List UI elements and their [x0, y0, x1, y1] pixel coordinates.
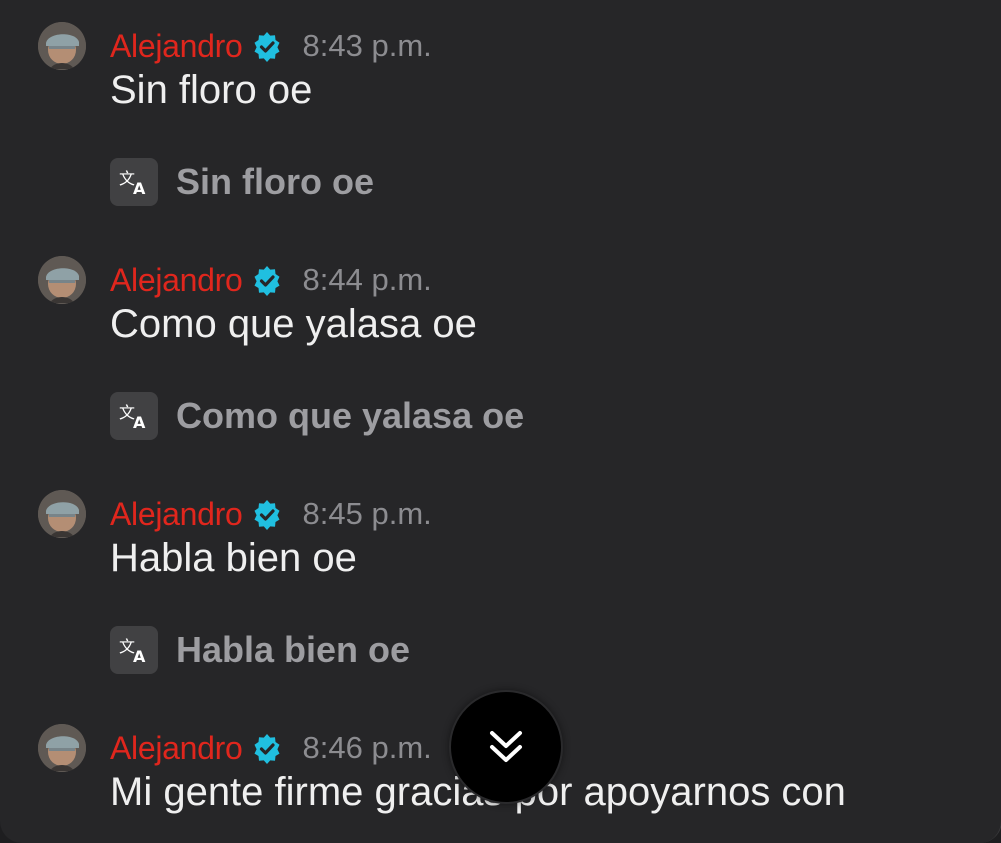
translate-icon[interactable]: 文 A: [110, 626, 158, 674]
message-translation[interactable]: 文 A Como que yalasa oe: [110, 392, 524, 440]
message-time: 8:46 p.m.: [302, 730, 432, 765]
translate-icon[interactable]: 文 A: [110, 158, 158, 206]
translate-icon[interactable]: 文 A: [110, 392, 158, 440]
avatar[interactable]: [38, 22, 86, 70]
message-text: Como que yalasa oe: [110, 302, 477, 346]
verified-badge-icon: [251, 498, 283, 530]
translated-text: Sin floro oe: [176, 161, 374, 202]
message-time: 8:43 p.m.: [302, 28, 432, 63]
verified-badge-icon: [251, 30, 283, 62]
svg-text:A: A: [133, 413, 146, 430]
svg-text:A: A: [133, 647, 146, 664]
message-time: 8:44 p.m.: [302, 262, 432, 297]
message-text: Habla bien oe: [110, 536, 357, 580]
translated-text: Habla bien oe: [176, 629, 411, 670]
chat-panel: Alejandro 8:43 p.m. Sin floro oe 文 A Sin…: [0, 0, 1001, 843]
message-text: Sin floro oe: [110, 68, 313, 112]
author-name[interactable]: Alejandro: [110, 28, 243, 65]
svg-text:A: A: [133, 179, 146, 196]
message-translation[interactable]: 文 A Sin floro oe: [110, 158, 374, 206]
avatar[interactable]: [38, 490, 86, 538]
message-header: Alejandro 8:44 p.m.: [110, 258, 432, 302]
avatar-image: [38, 256, 86, 304]
avatar[interactable]: [38, 724, 86, 772]
message-header: Alejandro 8:43 p.m.: [110, 24, 432, 68]
author-name[interactable]: Alejandro: [110, 730, 243, 767]
verified-badge-icon: [251, 264, 283, 296]
message-time: 8:45 p.m.: [302, 496, 432, 531]
message-header: Alejandro 8:46 p.m.: [110, 726, 432, 770]
author-name[interactable]: Alejandro: [110, 496, 243, 533]
avatar-image: [38, 724, 86, 772]
message-header: Alejandro 8:45 p.m.: [110, 492, 432, 536]
translated-text: Como que yalasa oe: [176, 395, 525, 436]
author-name[interactable]: Alejandro: [110, 262, 243, 299]
avatar[interactable]: [38, 256, 86, 304]
avatar-image: [38, 22, 86, 70]
double-chevron-down-icon: [490, 731, 522, 762]
scroll-to-bottom-button[interactable]: [449, 690, 563, 804]
message-translation[interactable]: 文 A Habla bien oe: [110, 626, 410, 674]
verified-badge-icon: [251, 732, 283, 764]
avatar-image: [38, 490, 86, 538]
